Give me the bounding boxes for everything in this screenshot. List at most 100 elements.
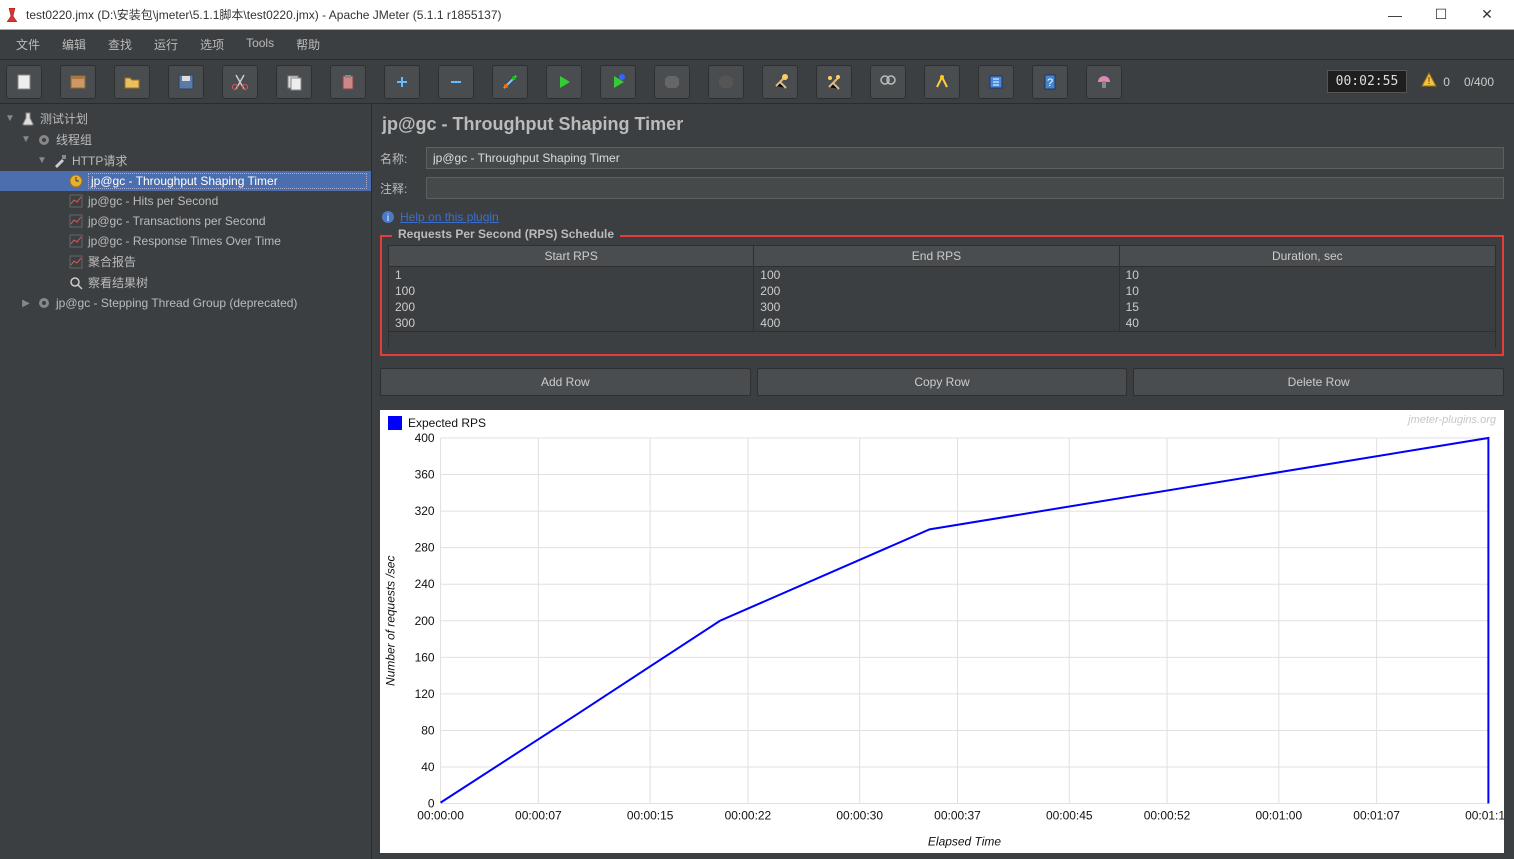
menu-文件[interactable]: 文件: [6, 32, 50, 57]
add-row-button[interactable]: Add Row: [380, 368, 751, 396]
menu-tools[interactable]: Tools: [236, 32, 284, 57]
dropper-icon: [52, 153, 68, 169]
chart-icon: [68, 254, 84, 270]
svg-text:00:01:00: 00:01:00: [1256, 808, 1303, 822]
svg-text:160: 160: [415, 650, 435, 664]
table-row[interactable]: 20030015: [389, 299, 1496, 315]
scope-icon: [68, 275, 84, 291]
tree-row[interactable]: ▼ 线程组: [0, 129, 371, 150]
elapsed-timer: 00:02:55: [1327, 70, 1408, 93]
new-button[interactable]: [6, 65, 42, 99]
svg-text:?: ?: [1047, 77, 1053, 89]
reset-search-button[interactable]: [924, 65, 960, 99]
tree-row[interactable]: jp@gc - Response Times Over Time: [0, 231, 371, 251]
clear-button[interactable]: [762, 65, 798, 99]
save-button[interactable]: [168, 65, 204, 99]
tree-row[interactable]: ▼测试计划: [0, 108, 371, 129]
tree-caret[interactable]: ▼: [20, 134, 32, 145]
svg-text:00:00:30: 00:00:30: [836, 808, 883, 822]
table-row[interactable]: 110010: [389, 267, 1496, 284]
start-no-pauses-button[interactable]: [600, 65, 636, 99]
chart-area: Expected RPS jmeter-plugins.org 04080120…: [380, 410, 1504, 854]
warning-icon: !: [1421, 72, 1437, 91]
tree-caret[interactable]: ▶: [20, 298, 32, 309]
search-button[interactable]: [870, 65, 906, 99]
table-row[interactable]: 30040040: [389, 315, 1496, 332]
tree-caret[interactable]: ▼: [4, 113, 16, 124]
tree-caret[interactable]: ▼: [36, 155, 48, 166]
tree-label: jp@gc - Response Times Over Time: [88, 234, 367, 248]
minimize-button[interactable]: —: [1372, 0, 1418, 30]
tree-label: jp@gc - Hits per Second: [88, 194, 367, 208]
editor-panel: jp@gc - Throughput Shaping Timer 名称: 注释:…: [372, 104, 1514, 859]
clock-icon: [68, 173, 84, 189]
help-button[interactable]: ?: [1032, 65, 1068, 99]
menu-选项[interactable]: 选项: [190, 32, 234, 57]
tree-label: jp@gc - Transactions per Second: [88, 214, 367, 228]
toolbar: ? 00:02:55 ! 0 0/400: [0, 60, 1514, 104]
tree-row[interactable]: jp@gc - Transactions per Second: [0, 211, 371, 231]
app-icon: [4, 7, 20, 23]
svg-text:i: i: [387, 213, 389, 224]
name-input[interactable]: [426, 147, 1504, 169]
menu-查找[interactable]: 查找: [98, 32, 142, 57]
tree-row[interactable]: ▼ HTTP请求: [0, 150, 371, 171]
tree-row[interactable]: jp@gc - Hits per Second: [0, 191, 371, 211]
maximize-button[interactable]: ☐: [1418, 0, 1464, 30]
copy-button[interactable]: [276, 65, 312, 99]
templates-button[interactable]: [60, 65, 96, 99]
paste-button[interactable]: [330, 65, 366, 99]
plugins-button[interactable]: [1086, 65, 1122, 99]
svg-text:240: 240: [415, 577, 435, 591]
chart-credit: jmeter-plugins.org: [1408, 414, 1496, 426]
svg-text:120: 120: [415, 686, 435, 700]
chart-icon: [68, 233, 84, 249]
col-start-rps[interactable]: Start RPS: [389, 246, 754, 267]
tree-row[interactable]: jp@gc - Throughput Shaping Timer: [0, 171, 371, 191]
menu-编辑[interactable]: 编辑: [52, 32, 96, 57]
function-helper-button[interactable]: [978, 65, 1014, 99]
comment-input[interactable]: [426, 177, 1504, 199]
svg-text:200: 200: [415, 613, 435, 627]
svg-text:Number of requests /sec: Number of requests /sec: [384, 555, 398, 685]
clear-all-button[interactable]: [816, 65, 852, 99]
schedule-table[interactable]: Start RPS End RPS Duration, sec 11001010…: [388, 245, 1496, 348]
svg-text:360: 360: [415, 467, 435, 481]
svg-text:!: !: [1428, 76, 1431, 87]
tree-label: 线程组: [56, 131, 367, 148]
toggle-button[interactable]: [492, 65, 528, 99]
tree-label: 聚合报告: [88, 253, 367, 270]
table-row[interactable]: 10020010: [389, 283, 1496, 299]
collapse-button[interactable]: [438, 65, 474, 99]
help-link[interactable]: Help on this plugin: [400, 210, 499, 224]
menubar: 文件编辑查找运行选项Tools帮助: [0, 30, 1514, 60]
delete-row-button[interactable]: Delete Row: [1133, 368, 1504, 396]
shutdown-button[interactable]: [708, 65, 744, 99]
start-button[interactable]: [546, 65, 582, 99]
name-label: 名称:: [380, 150, 418, 167]
menu-运行[interactable]: 运行: [144, 32, 188, 57]
col-duration[interactable]: Duration, sec: [1119, 246, 1495, 267]
menu-帮助[interactable]: 帮助: [286, 32, 330, 57]
stop-button[interactable]: [654, 65, 690, 99]
svg-text:400: 400: [415, 430, 435, 444]
open-button[interactable]: [114, 65, 150, 99]
expand-button[interactable]: [384, 65, 420, 99]
svg-text:280: 280: [415, 540, 435, 554]
close-button[interactable]: ✕: [1464, 0, 1510, 30]
tree-row[interactable]: 聚合报告: [0, 251, 371, 272]
tree-row[interactable]: 察看结果树: [0, 272, 371, 293]
copy-row-button[interactable]: Copy Row: [757, 368, 1128, 396]
svg-text:320: 320: [415, 504, 435, 518]
tree-panel[interactable]: ▼测试计划▼线程组▼HTTP请求jp@gc - Throughput Shapi…: [0, 104, 372, 859]
panel-title: jp@gc - Throughput Shaping Timer: [378, 112, 1506, 143]
svg-text:00:00:15: 00:00:15: [627, 808, 674, 822]
tree-label: HTTP请求: [72, 152, 367, 169]
svg-text:00:01:07: 00:01:07: [1353, 808, 1400, 822]
cut-button[interactable]: [222, 65, 258, 99]
legend-swatch: [388, 416, 402, 430]
tree-row[interactable]: ▶jp@gc - Stepping Thread Group (deprecat…: [0, 293, 371, 313]
col-end-rps[interactable]: End RPS: [754, 246, 1119, 267]
thread-count: 0/400: [1464, 75, 1494, 89]
svg-text:00:00:00: 00:00:00: [417, 808, 464, 822]
